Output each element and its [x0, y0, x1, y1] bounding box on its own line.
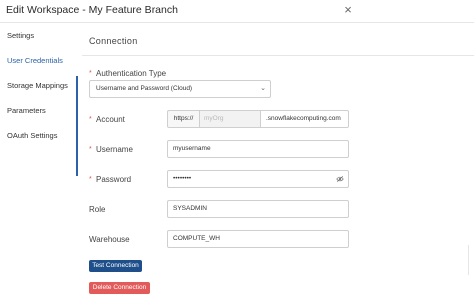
section-divider	[82, 55, 474, 56]
sidebar-item-settings[interactable]: Settings	[0, 27, 78, 45]
section-title: Connection	[89, 36, 138, 46]
account-label: Account	[96, 115, 125, 124]
required-marker: *	[89, 116, 92, 123]
role-label: Role	[89, 205, 106, 214]
chevron-down-icon: ⌄	[260, 85, 266, 92]
close-icon[interactable]: ×	[340, 2, 356, 18]
account-domain-suffix: .snowflakecomputing.com	[261, 110, 349, 128]
test-connection-button[interactable]: Test Connection	[89, 260, 142, 272]
sidebar-item-oauth-settings[interactable]: OAuth Settings	[0, 127, 78, 145]
auth-type-select[interactable]: Username and Password (Cloud) ⌄	[89, 80, 271, 98]
warehouse-input[interactable]: COMPUTE_WH	[167, 230, 349, 248]
role-input[interactable]: SYSADMIN	[167, 200, 349, 218]
dialog-title: Edit Workspace - My Feature Branch	[6, 4, 178, 16]
account-input[interactable]: myOrg	[199, 110, 261, 128]
required-marker: *	[89, 146, 92, 153]
sidebar-item-user-credentials[interactable]: User Credentials	[0, 52, 78, 70]
account-protocol-prefix: https://	[167, 110, 199, 128]
username-label: Username	[96, 145, 133, 154]
password-input[interactable]: ••••••••	[167, 170, 349, 188]
required-marker: *	[89, 70, 92, 77]
main-content: Connection * Authentication Type Usernam…	[82, 22, 474, 294]
dialog-titlebar: Edit Workspace - My Feature Branch ×	[0, 0, 474, 23]
sidebar-item-parameters[interactable]: Parameters	[0, 102, 78, 120]
auth-type-value: Username and Password (Cloud)	[96, 85, 193, 92]
scroll-edge	[468, 245, 469, 275]
password-value: ••••••••	[173, 175, 192, 182]
warehouse-label: Warehouse	[89, 235, 130, 244]
sidebar-item-storage-mappings[interactable]: Storage Mappings	[0, 77, 78, 95]
eye-icon[interactable]	[336, 175, 344, 183]
delete-connection-button[interactable]: Delete Connection	[89, 282, 150, 294]
required-marker: *	[89, 176, 92, 183]
auth-type-label: Authentication Type	[96, 69, 167, 78]
sidebar-active-indicator	[76, 76, 78, 176]
password-label: Password	[96, 175, 132, 184]
username-input[interactable]: myusername	[167, 140, 349, 158]
sidebar: Settings User Credentials Storage Mappin…	[0, 22, 78, 294]
